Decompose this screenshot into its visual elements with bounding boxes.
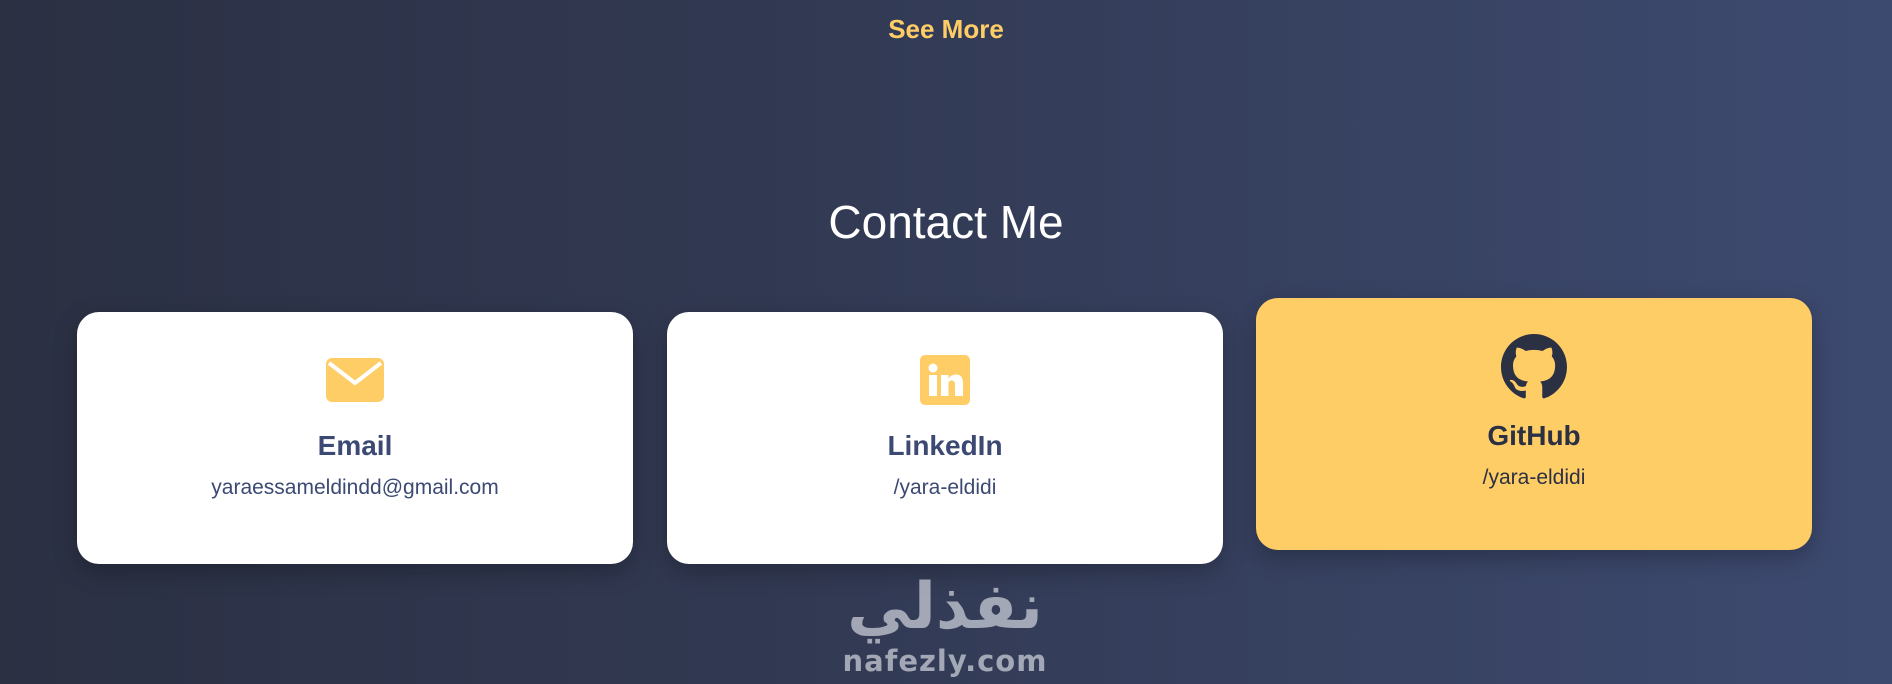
email-card-label: Email — [317, 430, 393, 461]
linkedin-card[interactable]: LinkedIn /yara-eldidi — [667, 312, 1223, 564]
email-card[interactable]: Email yaraessameldindd@gmail.com — [77, 312, 633, 564]
github-card[interactable]: GitHub /yara-eldidi — [1256, 298, 1812, 550]
envelope-icon — [326, 356, 384, 404]
linkedin-card-value: /yara-eldidi — [893, 476, 997, 499]
github-icon — [1501, 334, 1567, 400]
github-card-label: GitHub — [1487, 420, 1581, 451]
linkedin-icon — [920, 355, 970, 405]
linkedin-card-label: LinkedIn — [887, 430, 1003, 461]
github-card-value: /yara-eldidi — [1482, 466, 1586, 489]
watermark-latin-text: nafezly.com — [842, 644, 1048, 678]
contact-section-title: Contact Me — [828, 196, 1064, 248]
see-more-link[interactable]: See More — [0, 14, 1892, 45]
watermark-arabic-text: نفذلي — [847, 570, 1043, 644]
nafezly-watermark: نفذلي nafezly.com — [835, 570, 1055, 678]
email-card-value: yaraessameldindd@gmail.com — [211, 476, 499, 499]
